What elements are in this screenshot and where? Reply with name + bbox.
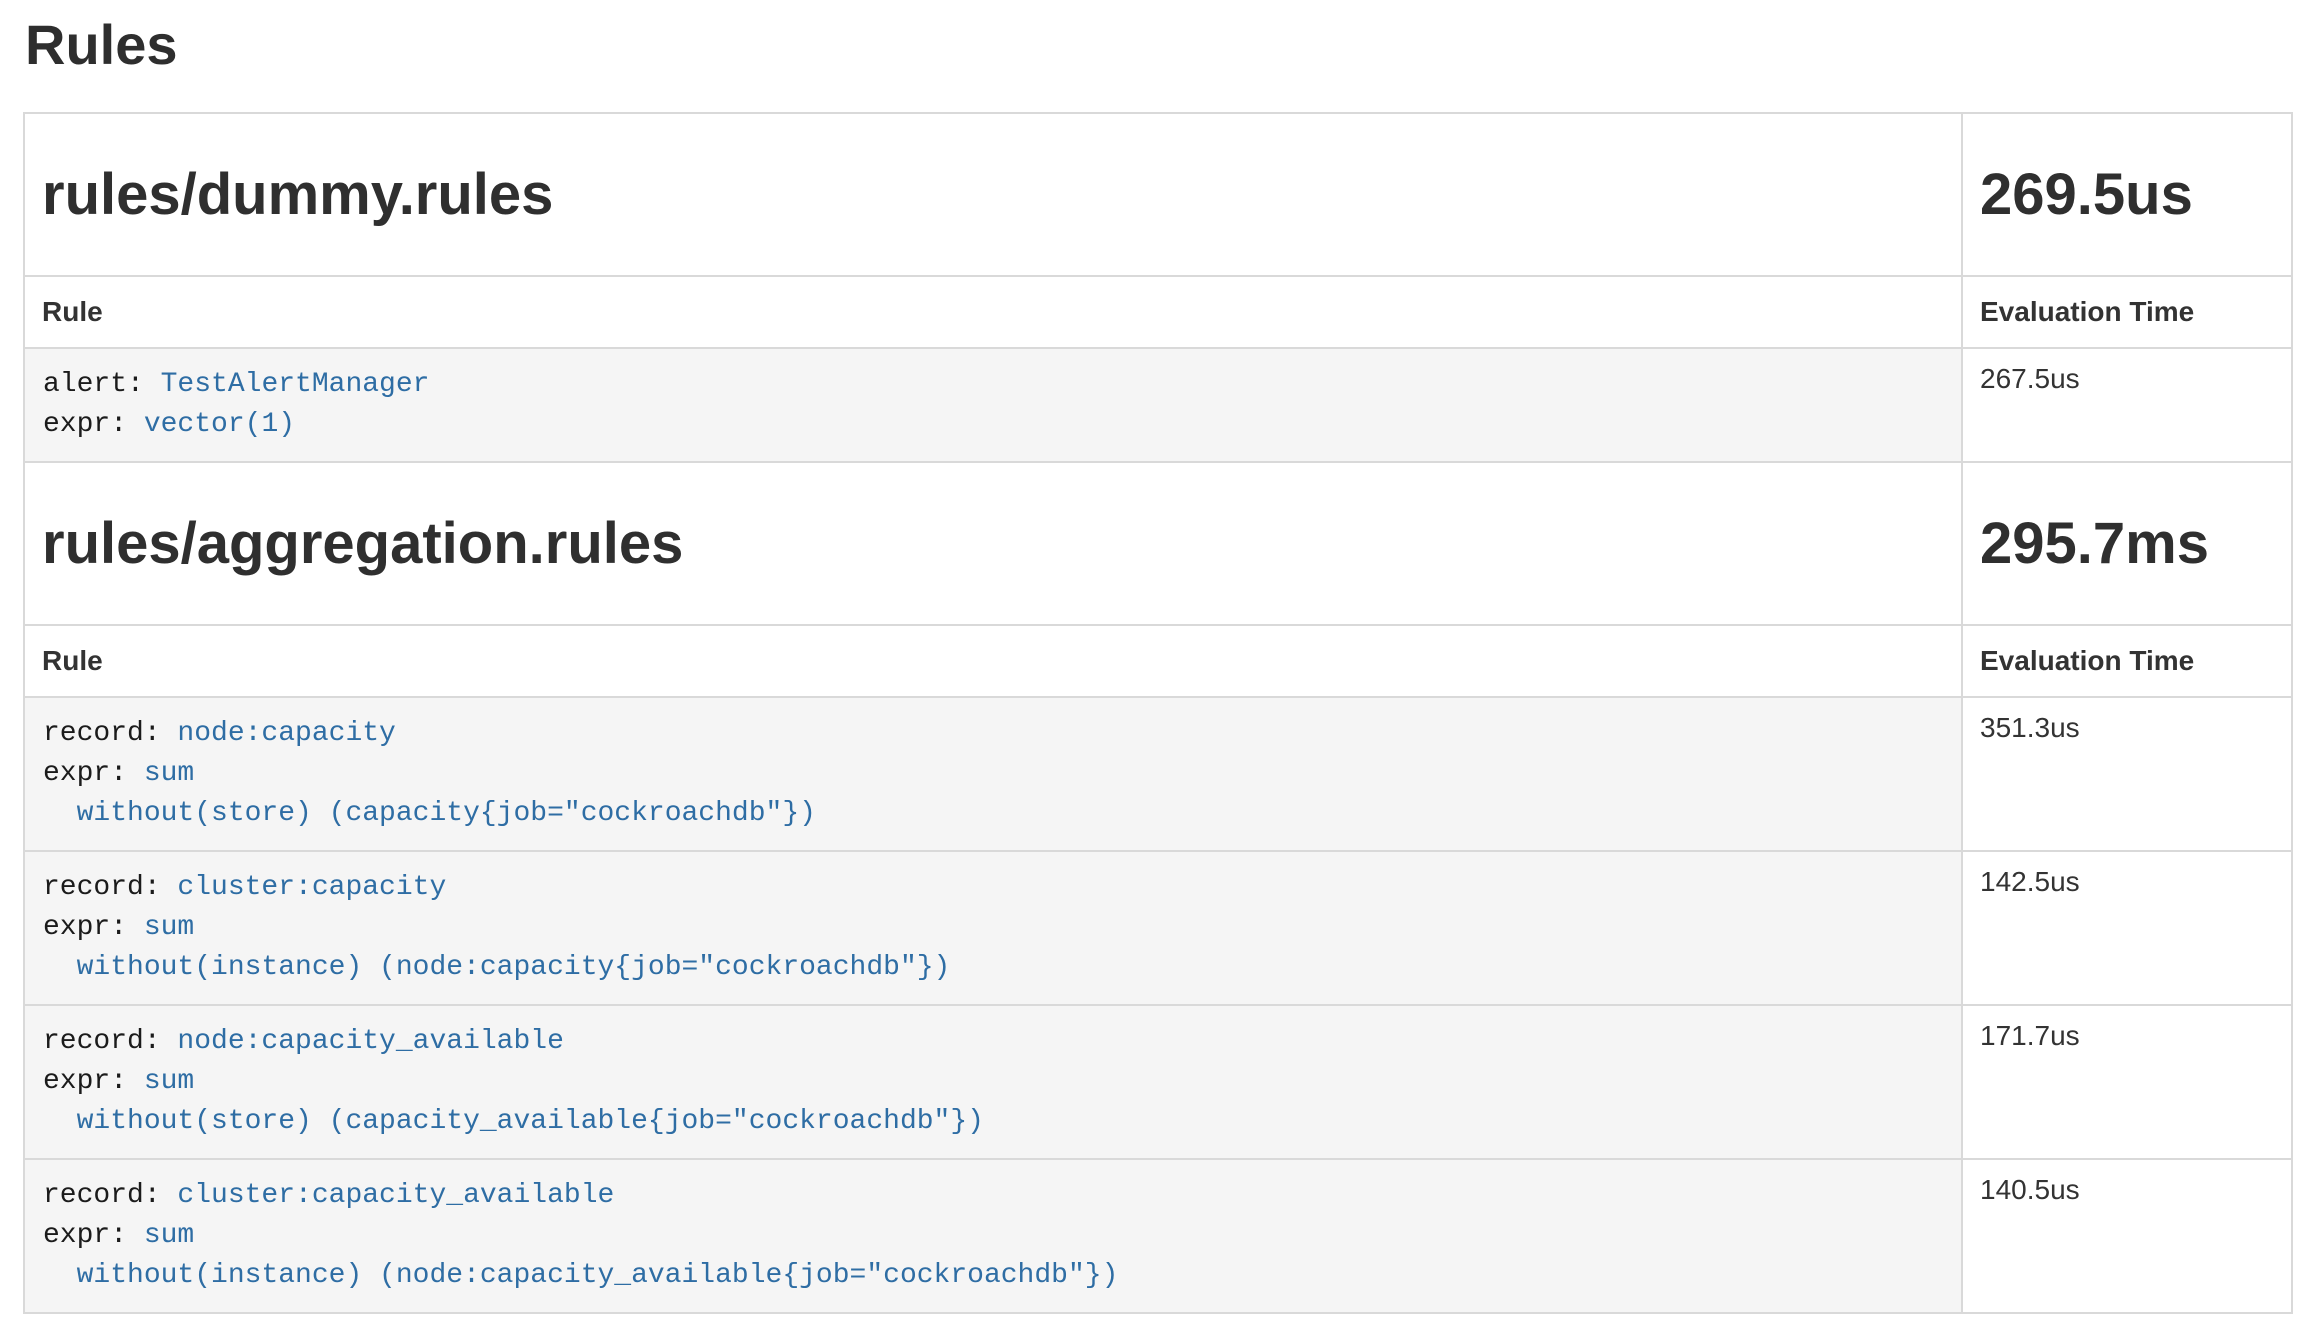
rule-column-header: Rule (24, 276, 1962, 348)
rule-expression-link[interactable]: without(instance) (node:capacity{job="co… (43, 952, 950, 983)
rule-row: record: cluster:capacity expr: sum witho… (24, 851, 2292, 1005)
rule-row: record: node:capacity expr: sum without(… (24, 697, 2292, 851)
rule-row: record: node:capacity_available expr: su… (24, 1005, 2292, 1159)
rule-keyword: record: (43, 872, 177, 903)
rule-keyword: expr: (43, 912, 144, 943)
rule-keyword: record: (43, 1180, 177, 1211)
rule-expression-link[interactable]: without(instance) (node:capacity_availab… (43, 1260, 1118, 1291)
rules-page: Rules rules/dummy.rules 269.5us Rule Eva… (0, 14, 2316, 1314)
rule-group-evaluation-time: 295.7ms (1980, 510, 2274, 577)
rule-keyword: expr: (43, 758, 144, 789)
rule-definition: alert: TestAlertManager expr: vector(1) (43, 365, 1943, 445)
rule-group-file: rules/dummy.rules (42, 161, 1944, 228)
column-header-row: Rule Evaluation Time (24, 625, 2292, 697)
rule-row: alert: TestAlertManager expr: vector(1) … (24, 348, 2292, 462)
rule-group-evaluation-time: 269.5us (1980, 161, 2274, 228)
rule-definition-cell: record: cluster:capacity expr: sum witho… (24, 851, 1962, 1005)
rule-expression-link[interactable]: TestAlertManager (161, 369, 430, 400)
rule-expression-link[interactable]: sum (144, 758, 194, 789)
rule-definition: record: cluster:capacity expr: sum witho… (43, 868, 1943, 988)
rule-keyword: alert: (43, 369, 161, 400)
rule-group-header-row: rules/aggregation.rules 295.7ms (24, 462, 2292, 625)
rule-keyword: expr: (43, 1220, 144, 1251)
rule-expression-link[interactable]: without(store) (capacity_available{job="… (43, 1106, 984, 1137)
page-title: Rules (25, 14, 2293, 76)
evaluation-time-column-header: Evaluation Time (1962, 625, 2292, 697)
rule-keyword: record: (43, 1026, 177, 1057)
rule-evaluation-time: 140.5us (1962, 1159, 2292, 1313)
rule-expression-link[interactable]: cluster:capacity (177, 872, 446, 903)
rule-evaluation-time: 267.5us (1962, 348, 2292, 462)
rule-expression-link[interactable]: node:capacity (177, 718, 395, 749)
rule-definition-cell: record: node:capacity_available expr: su… (24, 1005, 1962, 1159)
rule-group-evaluation-time-cell: 269.5us (1962, 113, 2292, 276)
rule-keyword: record: (43, 718, 177, 749)
rules-table: rules/dummy.rules 269.5us Rule Evaluatio… (23, 112, 2293, 1314)
rule-expression-link[interactable]: sum (144, 1066, 194, 1097)
rule-keyword: expr: (43, 1066, 144, 1097)
rule-expression-link[interactable]: vector(1) (144, 409, 295, 440)
rule-evaluation-time: 142.5us (1962, 851, 2292, 1005)
rule-group-file-cell: rules/dummy.rules (24, 113, 1962, 276)
rule-group-file-cell: rules/aggregation.rules (24, 462, 1962, 625)
rule-definition-cell: record: node:capacity expr: sum without(… (24, 697, 1962, 851)
rule-expression-link[interactable]: cluster:capacity_available (177, 1180, 614, 1211)
rule-expression-link[interactable]: sum (144, 912, 194, 943)
rule-definition: record: cluster:capacity_available expr:… (43, 1176, 1943, 1296)
rule-column-header: Rule (24, 625, 1962, 697)
rule-expression-link[interactable]: without(store) (capacity{job="cockroachd… (43, 798, 816, 829)
column-header-row: Rule Evaluation Time (24, 276, 2292, 348)
rule-definition-cell: record: cluster:capacity_available expr:… (24, 1159, 1962, 1313)
rule-definition: record: node:capacity expr: sum without(… (43, 714, 1943, 834)
rules-table-body: rules/dummy.rules 269.5us Rule Evaluatio… (24, 113, 2292, 1313)
rule-expression-link[interactable]: sum (144, 1220, 194, 1251)
rule-keyword: expr: (43, 409, 144, 440)
rule-expression-link[interactable]: node:capacity_available (177, 1026, 563, 1057)
evaluation-time-column-header: Evaluation Time (1962, 276, 2292, 348)
rule-evaluation-time: 171.7us (1962, 1005, 2292, 1159)
rule-group-evaluation-time-cell: 295.7ms (1962, 462, 2292, 625)
rule-evaluation-time: 351.3us (1962, 697, 2292, 851)
rule-row: record: cluster:capacity_available expr:… (24, 1159, 2292, 1313)
rule-definition-cell: alert: TestAlertManager expr: vector(1) (24, 348, 1962, 462)
rule-definition: record: node:capacity_available expr: su… (43, 1022, 1943, 1142)
rule-group-header-row: rules/dummy.rules 269.5us (24, 113, 2292, 276)
rule-group-file: rules/aggregation.rules (42, 510, 1944, 577)
